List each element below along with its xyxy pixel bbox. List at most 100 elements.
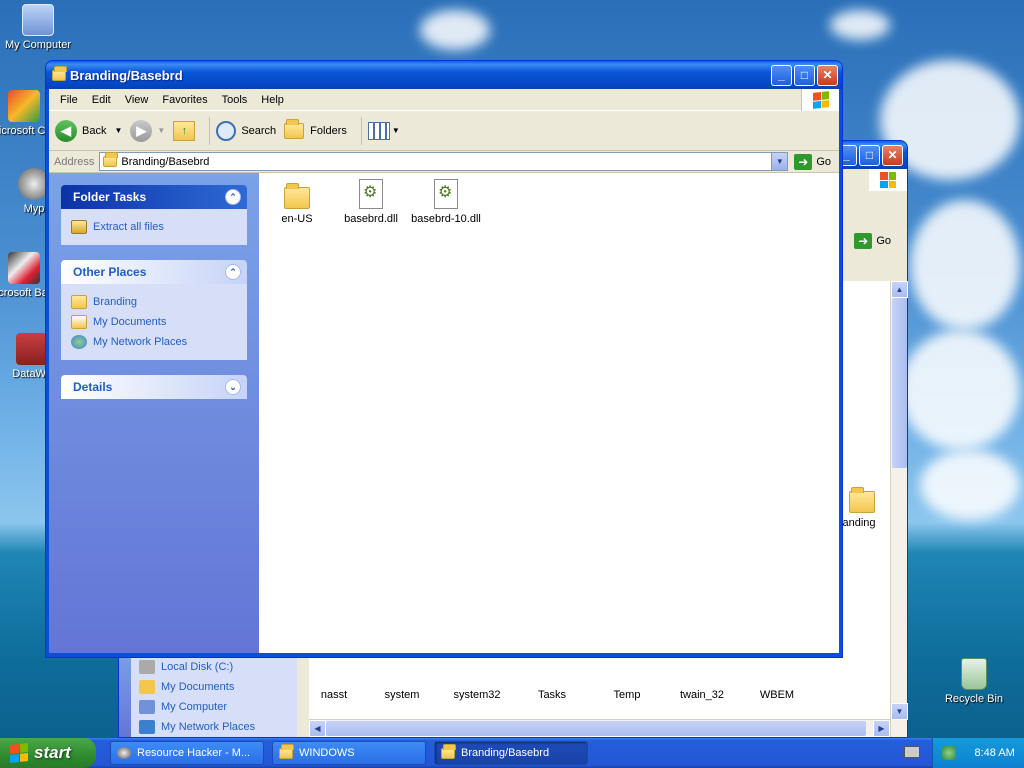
menu-help[interactable]: Help bbox=[254, 94, 291, 106]
keyboard-icon[interactable] bbox=[904, 746, 920, 758]
toolbar-separator bbox=[209, 116, 211, 145]
expand-chevron-icon[interactable]: ⌄ bbox=[225, 379, 241, 395]
back-link-my-documents[interactable]: My Documents bbox=[139, 677, 289, 697]
scroll-down-button[interactable]: ▼ bbox=[891, 703, 908, 720]
folders-button[interactable]: Folders bbox=[284, 118, 347, 139]
window-content: Folder Tasks ⌃ Extract all files Other P… bbox=[49, 173, 839, 653]
menu-bar: File Edit View Favorites Tools Help bbox=[49, 89, 839, 111]
folder-tasks-header[interactable]: Folder Tasks ⌃ bbox=[61, 185, 247, 209]
network-tray-icon[interactable] bbox=[942, 746, 957, 760]
chevron-down-icon: ▼ bbox=[391, 126, 400, 135]
collapse-chevron-icon[interactable]: ⌃ bbox=[225, 264, 241, 280]
other-places-my-documents[interactable]: My Documents bbox=[71, 312, 237, 332]
computer-icon bbox=[22, 4, 54, 36]
back-button[interactable]: ◀ Back ▼ bbox=[55, 119, 122, 142]
scroll-thumb[interactable] bbox=[892, 298, 907, 468]
address-input[interactable]: Branding/Basebrd ▼ bbox=[99, 152, 789, 171]
maximize-button[interactable]: □ bbox=[794, 64, 815, 86]
desktop-icon-label: Recycle Bin bbox=[944, 693, 1004, 705]
extract-all-files-link[interactable]: Extract all files bbox=[71, 217, 237, 237]
start-button[interactable]: start bbox=[0, 738, 96, 768]
forward-arrow-icon: ▶ bbox=[130, 119, 153, 142]
vertical-scrollbar[interactable]: ▲ ▼ bbox=[890, 281, 908, 737]
desktop-icon-recycle-bin[interactable]: Recycle Bin bbox=[936, 658, 1012, 706]
folder-icon bbox=[103, 152, 119, 167]
address-dropdown-button[interactable]: ▼ bbox=[771, 153, 788, 170]
folder-item-system32[interactable]: system32 bbox=[442, 689, 512, 701]
menu-edit[interactable]: Edit bbox=[85, 94, 118, 106]
search-icon bbox=[216, 120, 237, 141]
folder-item-twain32[interactable]: twain_32 bbox=[667, 689, 737, 701]
go-button[interactable]: ➜ Go bbox=[794, 153, 831, 170]
address-label: Address bbox=[54, 155, 95, 168]
views-icon bbox=[367, 121, 390, 140]
other-places-header[interactable]: Other Places ⌃ bbox=[61, 260, 247, 284]
explorer-window[interactable]: Branding/Basebrd _ □ ✕ File Edit View Fa… bbox=[45, 60, 843, 658]
file-list[interactable]: en-US basebrd.dll basebrd-10.dll bbox=[259, 173, 839, 653]
back-link-my-computer[interactable]: My Computer bbox=[139, 697, 289, 717]
scroll-h-thumb[interactable] bbox=[326, 721, 866, 736]
windows-flag-logo bbox=[869, 169, 907, 191]
folder-item-system[interactable]: system bbox=[367, 689, 437, 701]
minimize-button[interactable]: _ bbox=[771, 64, 792, 86]
dll-file-icon bbox=[359, 179, 383, 209]
search-button[interactable]: Search bbox=[216, 120, 276, 141]
network-icon bbox=[139, 720, 155, 734]
taskbar-item-windows[interactable]: WINDOWS bbox=[272, 741, 426, 765]
collapse-chevron-icon[interactable]: ⌃ bbox=[225, 189, 241, 205]
folder-item-tasks[interactable]: Tasks bbox=[517, 689, 587, 701]
scroll-up-button[interactable]: ▲ bbox=[891, 281, 908, 298]
taskbar-item-branding-basebrd[interactable]: Branding/Basebrd bbox=[434, 741, 588, 765]
chevron-down-icon[interactable]: ▼ bbox=[114, 126, 122, 135]
file-item-basebrd-10-dll[interactable]: basebrd-10.dll bbox=[406, 179, 486, 225]
windows-flag-logo bbox=[801, 89, 839, 111]
back-link-my-network-places[interactable]: My Network Places bbox=[139, 717, 289, 737]
recycle-bin-icon bbox=[961, 658, 987, 690]
forward-button[interactable]: ▶ ▼ bbox=[130, 119, 165, 142]
back-link-local-disk[interactable]: Local Disk (C:) bbox=[139, 657, 289, 677]
scroll-right-button[interactable]: ▶ bbox=[873, 720, 890, 737]
other-places-panel: Other Places ⌃ Branding My Documents My … bbox=[61, 260, 247, 360]
documents-icon bbox=[71, 315, 87, 329]
folder-icon bbox=[849, 487, 875, 513]
views-button[interactable]: ▼ bbox=[367, 121, 400, 140]
taskbar-item-resource-hacker[interactable]: Resource Hacker - M... bbox=[110, 741, 264, 765]
visual-cpp-icon bbox=[8, 90, 40, 122]
folder-item-nasst[interactable]: nasst bbox=[299, 689, 369, 701]
database-icon bbox=[16, 333, 48, 365]
up-folder-icon: ↑ bbox=[173, 120, 196, 141]
menu-view[interactable]: View bbox=[118, 94, 156, 106]
file-item-basebrd-dll[interactable]: basebrd.dll bbox=[331, 179, 411, 225]
menu-file[interactable]: File bbox=[53, 94, 85, 106]
taskbar: start Resource Hacker - M... WINDOWS Bra… bbox=[0, 738, 1024, 768]
other-places-branding[interactable]: Branding bbox=[71, 292, 237, 312]
menu-tools[interactable]: Tools bbox=[215, 94, 255, 106]
up-folder-button[interactable]: ↑ bbox=[173, 120, 196, 141]
go-arrow-icon: ➜ bbox=[854, 233, 873, 249]
scroll-left-button[interactable]: ◀ bbox=[309, 720, 326, 737]
close-button[interactable]: ✕ bbox=[882, 144, 903, 166]
back-window-go-button[interactable]: ➜ Go bbox=[854, 233, 891, 249]
folder-icon bbox=[279, 743, 294, 759]
folder-item-wbem[interactable]: WBEM bbox=[742, 689, 812, 701]
folder-icon bbox=[441, 743, 456, 759]
menu-favorites[interactable]: Favorites bbox=[155, 94, 214, 106]
chevron-down-icon[interactable]: ▼ bbox=[157, 126, 165, 135]
horizontal-scrollbar[interactable]: ◀ ▶ bbox=[309, 719, 890, 737]
resource-hacker-icon bbox=[117, 747, 131, 759]
details-header[interactable]: Details ⌄ bbox=[61, 375, 247, 399]
folders-icon bbox=[284, 118, 305, 139]
back-arrow-icon: ◀ bbox=[55, 119, 77, 142]
folder-item-temp[interactable]: Temp bbox=[592, 689, 662, 701]
close-button[interactable]: ✕ bbox=[817, 64, 838, 86]
maximize-button[interactable]: □ bbox=[859, 144, 880, 166]
other-places-my-network-places[interactable]: My Network Places bbox=[71, 332, 237, 352]
file-item-en-us[interactable]: en-US bbox=[257, 181, 337, 225]
desktop-icon-label: My Computer bbox=[4, 39, 72, 51]
toolbar-separator bbox=[360, 116, 362, 145]
address-bar: Address Branding/Basebrd ▼ ➜ Go bbox=[49, 151, 839, 173]
desktop-icon-my-computer[interactable]: My Computer bbox=[0, 4, 76, 52]
clock[interactable]: 8:48 AM bbox=[974, 747, 1014, 759]
window-titlebar[interactable]: Branding/Basebrd _ □ ✕ bbox=[46, 61, 842, 89]
drive-icon bbox=[139, 660, 155, 674]
